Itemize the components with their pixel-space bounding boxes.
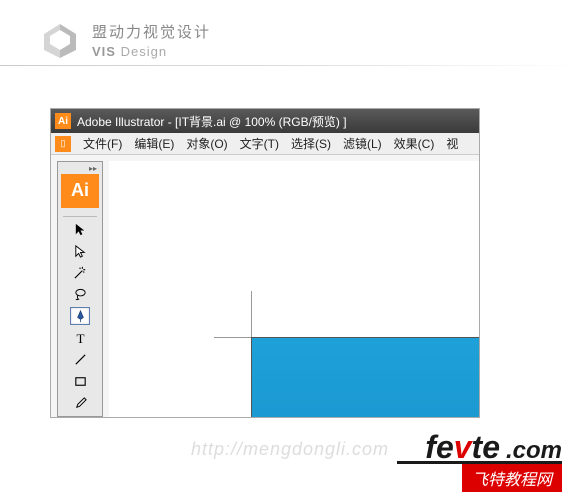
paintbrush-tool[interactable]	[70, 394, 90, 412]
menu-type[interactable]: 文字(T)	[234, 135, 285, 152]
app-icon: Ai	[55, 113, 71, 129]
toolbox-logo-icon: Ai	[61, 174, 99, 208]
brand-logo-icon	[40, 20, 80, 60]
rectangle-tool[interactable]	[70, 373, 90, 391]
lasso-tool[interactable]	[70, 286, 90, 304]
toolbox-divider	[63, 216, 97, 217]
direct-selection-tool[interactable]	[70, 242, 90, 260]
menubar: ▯ 文件(F) 编辑(E) 对象(O) 文字(T) 选择(S) 滤镜(L) 效果…	[51, 133, 479, 155]
fevte-cn: 飞特教程网	[462, 464, 562, 492]
artboard[interactable]	[251, 337, 479, 417]
brand-cn: 盟动力视觉设计	[92, 21, 211, 42]
menu-effect[interactable]: 效果(C)	[388, 135, 441, 152]
menu-select[interactable]: 选择(S)	[285, 135, 337, 152]
page-header: 盟动力视觉设计 VIS Design	[0, 0, 580, 60]
canvas[interactable]	[109, 161, 479, 417]
work-area: ▸▸ Ai T	[51, 155, 479, 417]
footer-brand: fevte .com 飞特教程网	[425, 429, 562, 492]
svg-text:T: T	[76, 331, 84, 346]
type-tool[interactable]: T	[70, 329, 90, 347]
magic-wand-tool[interactable]	[70, 264, 90, 282]
artboard-guide-v	[251, 291, 252, 341]
selection-tool[interactable]	[70, 221, 90, 239]
illustrator-window: Ai Adobe Illustrator - [IT背景.ai @ 100% (…	[50, 108, 480, 418]
toolbox-collapse-icon[interactable]: ▸▸	[89, 164, 97, 172]
menu-filter[interactable]: 滤镜(L)	[337, 135, 388, 152]
menu-new-icon[interactable]: ▯	[55, 136, 71, 152]
line-tool[interactable]	[70, 351, 90, 369]
toolbox: ▸▸ Ai T	[57, 161, 103, 417]
pen-tool[interactable]	[70, 307, 90, 325]
menu-file[interactable]: 文件(F)	[77, 135, 128, 152]
titlebar-text: Adobe Illustrator - [IT背景.ai @ 100% (RGB…	[77, 113, 347, 130]
titlebar[interactable]: Ai Adobe Illustrator - [IT背景.ai @ 100% (…	[51, 109, 479, 133]
menu-edit[interactable]: 编辑(E)	[128, 135, 180, 152]
menu-object[interactable]: 对象(O)	[180, 135, 233, 152]
menu-view[interactable]: 视	[440, 135, 464, 152]
branding: 盟动力视觉设计 VIS Design	[92, 21, 211, 59]
fevte-logo: fevte .com	[425, 429, 562, 466]
brand-en: VIS Design	[92, 44, 211, 59]
header-divider	[0, 65, 580, 66]
